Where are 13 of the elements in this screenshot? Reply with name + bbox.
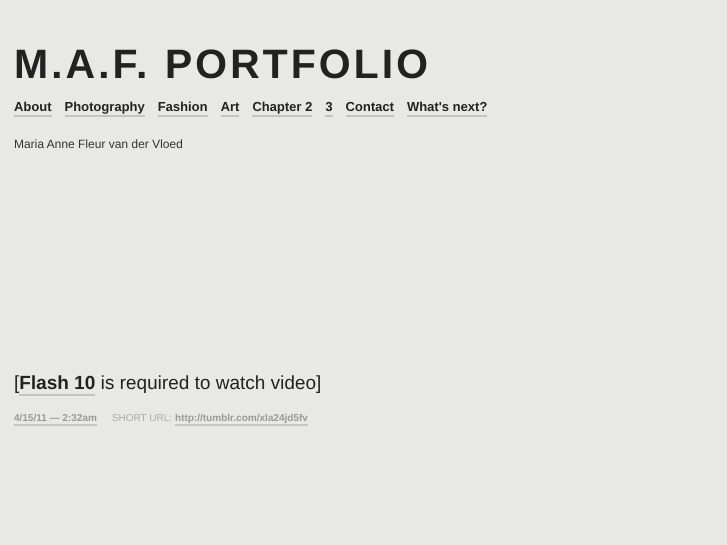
nav-link[interactable]: What's next? (406, 99, 488, 117)
nav-link[interactable]: Art (220, 99, 240, 117)
nav-link[interactable]: Fashion (158, 99, 208, 117)
nav-link[interactable]: Contact (346, 99, 394, 117)
site-title: M.A.F. PORTFOLIO (14, 40, 432, 88)
site-description: Maria Anne Fleur van der Vloed (14, 137, 184, 151)
flash-link[interactable]: Flash 10 (19, 373, 96, 396)
video-notice: [Flash 10 is required to watch video] (14, 373, 322, 395)
nav-link[interactable]: Chapter 2 (252, 99, 312, 117)
nav-link[interactable]: 3 (325, 99, 333, 117)
short-url-label: SHORT URL: (112, 413, 172, 424)
nav-link[interactable]: Photography (64, 99, 145, 117)
nav-link[interactable]: About (14, 99, 52, 117)
